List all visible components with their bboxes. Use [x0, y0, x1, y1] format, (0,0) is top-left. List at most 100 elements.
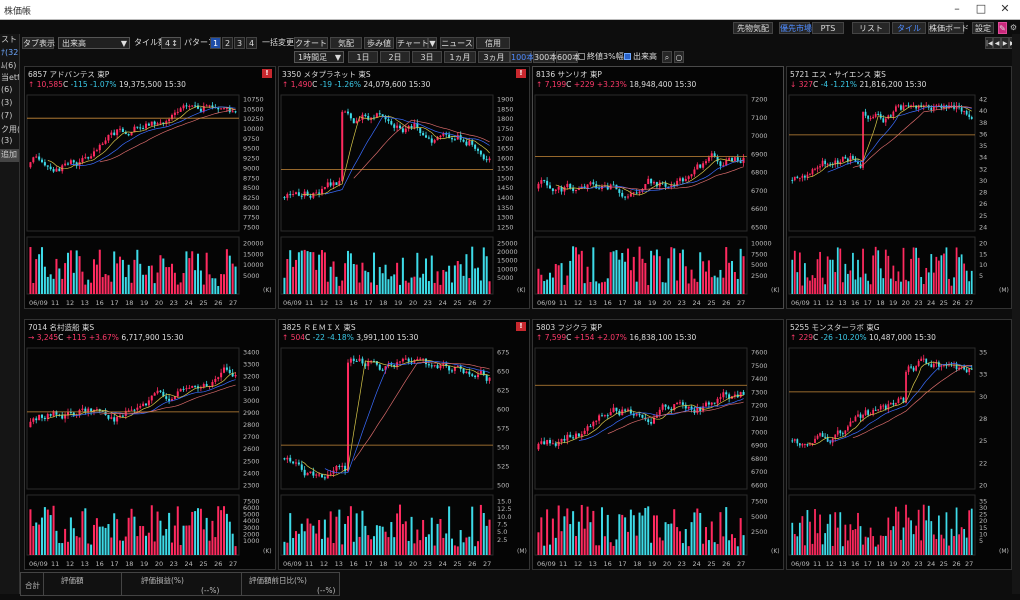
volume-bar: [816, 259, 819, 294]
tile-view-button[interactable]: タイル: [892, 22, 926, 34]
volume-bar: [297, 252, 300, 294]
price-chart[interactable]: 7600 7500 7400 7300 7200 7100 7000 6900 6800 6700…: [533, 320, 785, 571]
price-chart[interactable]: 67565062560057555052550015.012.510.07.55…: [279, 320, 531, 571]
news-button[interactable]: ニュース: [440, 37, 474, 49]
period-button[interactable]: 3ヵ月: [478, 51, 510, 63]
x-tick-label: 11: [305, 560, 313, 568]
volume-bar: [346, 516, 350, 555]
stock-tile[interactable]: 8136 サンリオ 東P ↑ 7,199C +229 +3.23% 18,948,…: [532, 66, 784, 309]
interval-select[interactable]: 1時間足 ▼: [294, 51, 344, 63]
board-view-button[interactable]: 株価ボード: [928, 22, 969, 34]
pen-icon[interactable]: ✎: [998, 22, 1007, 34]
candle-body: [323, 477, 326, 479]
volume-bar: [378, 525, 381, 555]
candle-body: [859, 414, 862, 418]
candle-body: [612, 184, 615, 186]
candle-body: [632, 192, 635, 194]
volume-unit-label: (M): [999, 548, 1009, 555]
candle-body: [139, 406, 142, 408]
y-tick-label: 7750: [243, 214, 260, 222]
stock-tile[interactable]: 3350 メタプラネット 東S! ↑ 1,490C -19 -1.26% 24,0…: [278, 66, 530, 309]
pts-button[interactable]: PTS: [812, 22, 844, 34]
chart-dropdown-icon[interactable]: ▼: [428, 37, 437, 49]
volume-checkbox[interactable]: [624, 53, 631, 60]
sidebar-item[interactable]: (3): [0, 98, 19, 111]
gear-icon[interactable]: ⚙: [1009, 22, 1018, 34]
price-chart[interactable]: 7200 7100 7000 6900 6800 6700 6600 6500 10000 750…: [533, 67, 785, 310]
nav-button[interactable]: ▶: [1001, 37, 1009, 49]
zoom-icon[interactable]: ⌕: [662, 51, 672, 63]
tile-count-stepper[interactable]: 4 ↕: [161, 37, 181, 49]
settings-button[interactable]: 設定: [972, 22, 994, 34]
stock-tile[interactable]: 7014 名村造船 東S → 3,245C +115 +3.67% 6,717,9…: [24, 319, 276, 570]
x-tick-label: 23: [170, 560, 178, 568]
volume-bar: [796, 536, 799, 555]
chart-button[interactable]: チャート: [396, 37, 429, 49]
nav-button[interactable]: ◀: [993, 37, 1001, 49]
candle-body: [652, 182, 656, 184]
price-chart[interactable]: 4240383635343230282625242015105(M)06/09 1…: [787, 67, 1013, 310]
bar-count-button[interactable]: 100本: [510, 51, 534, 63]
credit-button[interactable]: 信用: [476, 37, 510, 49]
pattern-button-3[interactable]: 3: [234, 37, 245, 49]
senbutsu-button[interactable]: 先物気配: [733, 22, 773, 34]
volume-bar: [168, 267, 171, 294]
price-chart[interactable]: 353330282522203530252015105(M)06/09 11 12 1…: [787, 320, 1013, 571]
sidebar-item[interactable]: ﾅ(32): [0, 47, 19, 60]
y-tick-label: 7600: [751, 349, 768, 357]
volume-bar: [396, 513, 399, 555]
period-button[interactable]: 2日: [380, 51, 410, 63]
quote-button[interactable]: クオート: [294, 37, 328, 49]
bar-count-button[interactable]: 600本: [556, 51, 580, 63]
stock-tile[interactable]: 3825 ＲＥＭＩＸ 東S! ↑ 504C -22 -4.18% 3,991,10…: [278, 319, 530, 570]
priority-market-button[interactable]: 優先市場: [779, 22, 812, 34]
maximize-button[interactable]: □: [972, 2, 990, 18]
sort-select[interactable]: 出来高 ▼: [58, 37, 130, 49]
stock-tile[interactable]: 5721 エス・サイエンス 東S ↓ 327C -4 -1.21% 21,816,…: [786, 66, 1012, 309]
ayumi-button[interactable]: 歩み値: [364, 37, 394, 49]
volume-label: 出来高: [633, 52, 657, 61]
price-chart[interactable]: 1075010500 10250 10000 9750 9500 92509000 8750…: [25, 67, 277, 310]
volume-bar: [902, 247, 905, 294]
period-button[interactable]: 1ヵ月: [444, 51, 476, 63]
stock-tile[interactable]: 5803 フジクラ 東P ↑ 7,599C +154 +2.07% 16,838,…: [532, 319, 784, 570]
kehai-button[interactable]: 気配: [330, 37, 362, 49]
x-tick-label: 19: [140, 299, 148, 307]
sidebar-item[interactable]: スト: [0, 34, 19, 47]
stock-tile[interactable]: 5255 モンスターラボ 東G ↑ 229C -26 -10.20% 10,487…: [786, 319, 1012, 570]
pattern-button-1[interactable]: 1: [210, 37, 221, 49]
bar-count-button[interactable]: 300本: [533, 51, 557, 63]
candle-body: [439, 135, 442, 138]
volume-bar: [75, 536, 78, 555]
tab-display-button[interactable]: タブ表示: [22, 37, 55, 49]
sidebar-item[interactable]: ク用(: [0, 124, 19, 137]
volume-bar: [292, 266, 295, 294]
nav-button[interactable]: |◀: [985, 37, 993, 49]
minimize-button[interactable]: –: [948, 2, 966, 18]
sidebar-item[interactable]: (3): [0, 136, 19, 149]
price-chart[interactable]: 3400 3300 3200 3100 3000 2900 2800 2700 2600 2500…: [25, 320, 277, 571]
sidebar-item[interactable]: (7): [0, 111, 19, 124]
volume-bar: [64, 528, 67, 555]
volume-bar: [725, 507, 728, 555]
price-chart[interactable]: 19001850 1800 1750 1700 1650 16001550 1500 1450…: [279, 67, 531, 310]
sidebar-item[interactable]: 追加: [0, 149, 19, 162]
sidebar-item[interactable]: ﾑ(6): [0, 60, 19, 73]
sidebar-item[interactable]: 当etf: [0, 72, 19, 85]
candle-body: [846, 426, 849, 431]
period-button[interactable]: 1日: [348, 51, 378, 63]
period-button[interactable]: 3日: [412, 51, 442, 63]
close-button[interactable]: ✕: [996, 2, 1014, 18]
volume-bar: [69, 250, 72, 294]
volume-bar: [560, 531, 563, 555]
sidebar-item[interactable]: (6): [0, 85, 19, 98]
reset-icon[interactable]: ○: [674, 51, 684, 63]
pattern-button-2[interactable]: 2: [222, 37, 233, 49]
list-view-button[interactable]: リスト: [852, 22, 890, 34]
pattern-button-4[interactable]: 4: [246, 37, 257, 49]
vertical-scrollbar[interactable]: [1012, 34, 1020, 594]
y-tick-label: 38: [979, 119, 987, 127]
close3pct-checkbox[interactable]: [578, 53, 585, 60]
stock-tile[interactable]: 6857 アドバンテス 東P! ↑ 10,585C -115 -1.07% 19,…: [24, 66, 276, 309]
volume-bar: [566, 275, 569, 294]
